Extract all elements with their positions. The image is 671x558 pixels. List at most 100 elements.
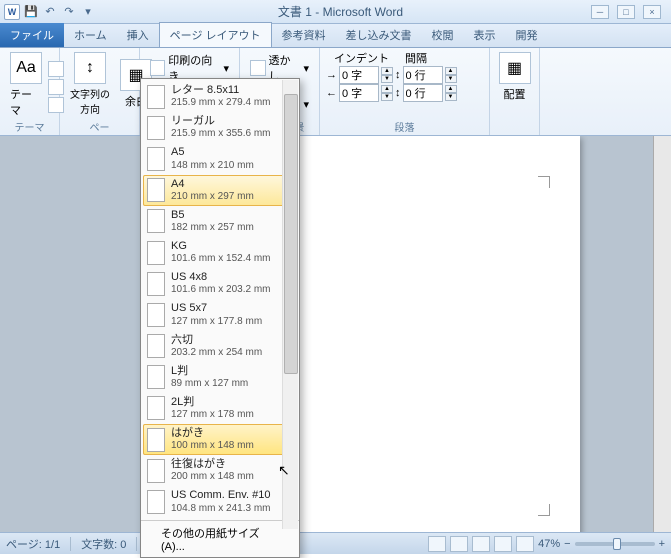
document-area[interactable] [0, 136, 671, 532]
paragraph-group-label: 段落 [320, 119, 489, 134]
undo-icon[interactable]: ↶ [42, 4, 58, 20]
qat-dropdown-icon[interactable]: ▾ [80, 4, 96, 20]
page-icon [147, 209, 165, 233]
view-draft[interactable] [516, 536, 534, 552]
down-arrow-icon[interactable]: ▼ [381, 75, 393, 83]
tab-mailings[interactable]: 差し込み文書 [336, 23, 422, 47]
minimize-button[interactable]: ─ [591, 5, 609, 19]
size-option--[interactable]: 往復はがき200 mm x 148 mm [143, 455, 297, 486]
size-dimensions: 210 mm x 297 mm [171, 191, 254, 203]
view-print-layout[interactable] [428, 536, 446, 552]
tab-view[interactable]: 表示 [464, 23, 506, 47]
indent-right-input[interactable] [339, 84, 379, 102]
zoom-in-button[interactable]: + [659, 538, 665, 550]
tab-review[interactable]: 校閲 [422, 23, 464, 47]
size-dimensions: 101.6 mm x 203.2 mm [171, 284, 270, 296]
size-name: A4 [171, 178, 254, 191]
arrange-label: 配置 [504, 86, 526, 102]
orientation-icon [150, 60, 165, 76]
size-option-us-5x7[interactable]: US 5x7127 mm x 177.8 mm [143, 299, 297, 330]
size-option--[interactable]: はがき100 mm x 148 mm [143, 424, 297, 455]
page-icon [147, 272, 165, 296]
size-name: US 4x8 [171, 271, 270, 284]
size-option-a4[interactable]: A4210 mm x 297 mm [143, 175, 297, 206]
page-icon [147, 428, 165, 452]
arrange-button[interactable]: ▦ 配置 [496, 50, 533, 104]
zoom-slider-thumb[interactable] [613, 538, 621, 550]
size-dimensions: 89 mm x 127 mm [171, 378, 248, 390]
save-icon[interactable]: 💾 [23, 4, 39, 20]
size-name: A5 [171, 146, 254, 159]
margin-corner-icon [538, 176, 550, 188]
tab-insert[interactable]: 挿入 [117, 23, 159, 47]
size-dimensions: 104.8 mm x 241.3 mm [171, 503, 270, 515]
scrollbar-thumb[interactable] [284, 94, 298, 374]
spacing-after-input[interactable] [403, 84, 443, 102]
text-direction-icon: ↕ [74, 52, 106, 84]
maximize-button[interactable]: □ [617, 5, 635, 19]
page-icon [147, 490, 165, 514]
text-direction-label: 文字列の 方向 [70, 86, 110, 116]
size-name: レター 8.5x11 [171, 84, 270, 97]
size-option-us-comm-env-10[interactable]: US Comm. Env. #10104.8 mm x 241.3 mm [143, 486, 297, 517]
themes-button[interactable]: Aa テーマ [6, 50, 46, 120]
size-dimensions: 182 mm x 257 mm [171, 222, 254, 234]
more-paper-sizes[interactable]: その他の用紙サイズ(A)... [141, 520, 299, 557]
zoom-slider[interactable] [575, 542, 655, 546]
size-name: B5 [171, 209, 254, 222]
zoom-out-button[interactable]: − [564, 538, 570, 550]
size-option--[interactable]: 六切203.2 mm x 254 mm [143, 331, 297, 362]
view-web-layout[interactable] [472, 536, 490, 552]
text-direction-button[interactable]: ↕ 文字列の 方向 [66, 50, 114, 118]
tab-developer[interactable]: 開発 [506, 23, 548, 47]
size-option-kg[interactable]: KG101.6 mm x 152.4 mm [143, 237, 297, 268]
indent-left-icon: → [326, 69, 337, 81]
size-option-a5[interactable]: A5148 mm x 210 mm [143, 143, 297, 174]
size-dimensions: 148 mm x 210 mm [171, 160, 254, 172]
size-name: 六切 [171, 334, 262, 347]
status-page[interactable]: ページ: 1/1 [6, 536, 60, 552]
vertical-scrollbar[interactable] [653, 136, 671, 532]
page-icon [147, 116, 165, 140]
size-option-l-[interactable]: L判89 mm x 127 mm [143, 362, 297, 393]
window-title: 文書 1 - Microsoft Word [100, 3, 581, 20]
tab-file[interactable]: ファイル [0, 23, 64, 47]
tab-references[interactable]: 参考資料 [272, 23, 336, 47]
page-icon [147, 241, 165, 265]
page-icon [147, 396, 165, 420]
size-dimensions: 100 mm x 148 mm [171, 440, 254, 452]
document-page[interactable] [300, 136, 580, 532]
status-words[interactable]: 文字数: 0 [81, 536, 126, 552]
page-icon [147, 178, 165, 202]
spacing-header: 間隔 [405, 50, 427, 66]
page-icon [147, 85, 165, 109]
spacing-before-input[interactable] [403, 66, 443, 84]
size-dimensions: 127 mm x 178 mm [171, 409, 254, 421]
size-name: KG [171, 240, 270, 253]
size-name: 往復はがき [171, 458, 254, 471]
indent-header: インデント [334, 50, 389, 66]
app-icon[interactable]: W [4, 4, 20, 20]
size-dimensions: 203.2 mm x 254 mm [171, 347, 262, 359]
indent-right-icon: ← [326, 87, 337, 99]
size-name: US Comm. Env. #10 [171, 489, 270, 502]
tab-home[interactable]: ホーム [64, 23, 117, 47]
tab-page-layout[interactable]: ページ レイアウト [159, 22, 272, 47]
view-full-screen[interactable] [450, 536, 468, 552]
zoom-level[interactable]: 47% [538, 538, 560, 550]
view-outline[interactable] [494, 536, 512, 552]
indent-left-input[interactable] [339, 66, 379, 84]
size-dimensions: 215.9 mm x 279.4 mm [171, 97, 270, 109]
redo-icon[interactable]: ↷ [61, 4, 77, 20]
spacing-before-icon: ↕ [395, 69, 401, 81]
size-option-us-4x8[interactable]: US 4x8101.6 mm x 203.2 mm [143, 268, 297, 299]
themes-label: テーマ [10, 86, 42, 118]
size-option-b5[interactable]: B5182 mm x 257 mm [143, 206, 297, 237]
close-button[interactable]: × [643, 5, 661, 19]
dropdown-scrollbar[interactable] [282, 80, 298, 529]
themes-icon: Aa [10, 52, 42, 84]
up-arrow-icon[interactable]: ▲ [381, 67, 393, 75]
size-option--[interactable]: リーガル215.9 mm x 355.6 mm [143, 112, 297, 143]
size-option-2l-[interactable]: 2L判127 mm x 178 mm [143, 393, 297, 424]
size-option--8-5x11[interactable]: レター 8.5x11215.9 mm x 279.4 mm [143, 81, 297, 112]
